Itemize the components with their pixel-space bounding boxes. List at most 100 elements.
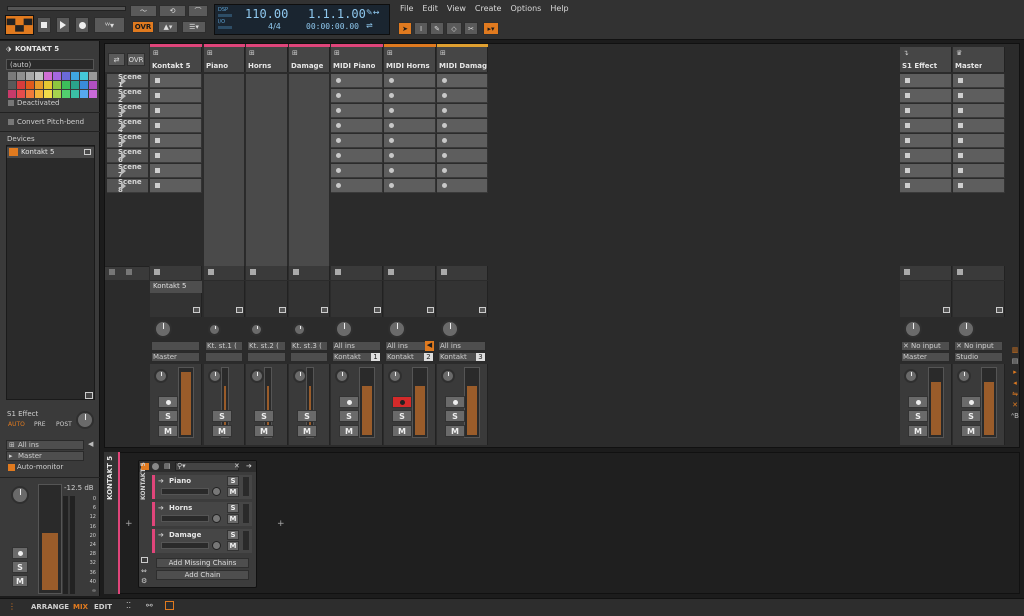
clip-slot[interactable] [384, 119, 436, 133]
scene-3[interactable]: Scene 3 [107, 103, 148, 119]
record-slot-icon[interactable] [442, 168, 447, 173]
fx-output-select[interactable]: Studio [954, 352, 1003, 362]
color-swatch[interactable] [80, 81, 88, 89]
record-button[interactable] [75, 17, 89, 33]
pencil-icon[interactable]: ✎↔ [366, 8, 379, 17]
clip-slot[interactable] [900, 179, 952, 193]
eraser-tool[interactable]: ◇ [446, 22, 462, 35]
clip-slot[interactable] [331, 89, 383, 103]
track-window-icon[interactable] [374, 307, 381, 313]
mute-button[interactable]: M [212, 425, 232, 437]
stop-slot-icon[interactable] [155, 78, 160, 83]
color-swatch[interactable] [26, 90, 34, 98]
io-icon[interactable]: ▤ [1012, 357, 1019, 365]
mute-button[interactable]: M [339, 425, 359, 437]
arrow-right-icon[interactable]: ▸ [1013, 368, 1017, 376]
tab-mix[interactable]: MIX [73, 603, 88, 611]
track-output-select[interactable] [290, 352, 328, 362]
add-chain-button[interactable]: Add Chain [156, 570, 249, 580]
color-swatch[interactable] [35, 90, 43, 98]
time-select-tool[interactable]: I [414, 22, 428, 35]
inspector-mute-button[interactable]: M [12, 575, 28, 587]
pan-knob[interactable] [293, 322, 306, 336]
track-output-select[interactable] [247, 352, 286, 362]
stop-clip-icon[interactable] [904, 269, 910, 275]
time-display[interactable]: 00:00:00.00 [306, 22, 359, 31]
color-swatch[interactable] [62, 72, 70, 80]
solo-button[interactable]: S [297, 410, 317, 422]
record-slot-icon[interactable] [389, 93, 394, 98]
device-window-icon[interactable] [141, 557, 148, 563]
tab-edit[interactable]: EDIT [94, 603, 112, 611]
scene-5[interactable]: Scene 5 [107, 133, 148, 149]
clip-slot[interactable] [150, 164, 202, 178]
arm-button[interactable] [908, 396, 928, 408]
clip-slot[interactable] [331, 149, 383, 163]
menu-edit[interactable]: Edit [422, 4, 438, 16]
color-swatch[interactable] [26, 72, 34, 80]
tab-arrange[interactable]: ARRANGE [31, 603, 69, 611]
stop-slot-icon[interactable] [958, 78, 963, 83]
device-power-icon[interactable] [152, 463, 159, 470]
color-swatch[interactable] [44, 72, 52, 80]
volume-fader[interactable] [412, 367, 428, 438]
fx-track-header[interactable]: ♛ Master [953, 47, 1005, 72]
track-window-icon[interactable] [236, 307, 243, 313]
inspector-solo-button[interactable]: S [12, 561, 28, 573]
stop-slot-icon[interactable] [155, 138, 160, 143]
fx-input-select[interactable]: ✕ No input [954, 341, 1003, 351]
ab-icon[interactable]: ᴬB [1011, 412, 1019, 420]
color-swatch[interactable] [53, 72, 61, 80]
color-swatch[interactable] [80, 90, 88, 98]
record-slot-icon[interactable] [389, 78, 394, 83]
menu-view[interactable]: View [447, 4, 466, 16]
stop-slot-icon[interactable] [958, 168, 963, 173]
stop-slot-icon[interactable] [905, 93, 910, 98]
scene-launch-icon[interactable] [121, 167, 126, 175]
clip-slot[interactable] [953, 179, 1005, 193]
monitor-icon[interactable]: ◀ [425, 341, 434, 351]
record-slot-icon[interactable] [442, 153, 447, 158]
clip-slot[interactable] [150, 134, 202, 148]
clip-slot[interactable] [900, 149, 952, 163]
clip-slot[interactable] [384, 134, 436, 148]
volume-knob[interactable] [957, 369, 971, 383]
fx-track-header[interactable]: ↴ S1 Effect [900, 47, 952, 72]
chain-pan-knob[interactable] [212, 487, 221, 496]
pan-knob[interactable] [11, 486, 29, 504]
clip-slot[interactable] [953, 164, 1005, 178]
color-swatch[interactable] [35, 72, 43, 80]
fx-input-select[interactable]: ✕ No input [901, 341, 950, 351]
pointer-tool[interactable]: ➤ [398, 22, 412, 35]
arm-button[interactable] [961, 396, 981, 408]
device-expand-icon[interactable]: ➔ [246, 462, 252, 470]
stop-slot-icon[interactable] [155, 93, 160, 98]
record-slot-icon[interactable] [336, 168, 341, 173]
chain-item[interactable]: ➔ Piano S M [152, 475, 252, 499]
scene-4[interactable]: Scene 4 [107, 118, 148, 134]
pan-knob[interactable] [208, 322, 221, 336]
device-settings-icon[interactable] [85, 392, 93, 399]
track-window-icon[interactable] [479, 307, 486, 313]
position-display[interactable]: 1.1.1.00 [308, 7, 366, 21]
color-swatch[interactable] [44, 81, 52, 89]
mute-button[interactable]: M [392, 425, 412, 437]
clip-slot[interactable] [900, 74, 952, 88]
chain-solo-button[interactable]: S [227, 530, 239, 540]
track-input-select[interactable] [151, 341, 200, 351]
record-slot-icon[interactable] [442, 123, 447, 128]
color-swatch[interactable] [53, 81, 61, 89]
clip-slot[interactable] [384, 104, 436, 118]
mute-button[interactable]: M [961, 425, 981, 437]
record-slot-icon[interactable] [336, 78, 341, 83]
arm-button[interactable] [158, 396, 178, 408]
stop-all-icon[interactable] [109, 269, 115, 275]
scene-launch-icon[interactable] [121, 152, 126, 160]
play-mode-button[interactable] [37, 17, 51, 33]
solo-button[interactable]: S [908, 410, 928, 422]
track-output-select[interactable]: Kontakt 3 [438, 352, 486, 362]
color-swatch[interactable] [17, 81, 25, 89]
clip-slot[interactable] [331, 134, 383, 148]
record-slot-icon[interactable] [336, 108, 341, 113]
track-input-select[interactable]: All ins [438, 341, 486, 351]
